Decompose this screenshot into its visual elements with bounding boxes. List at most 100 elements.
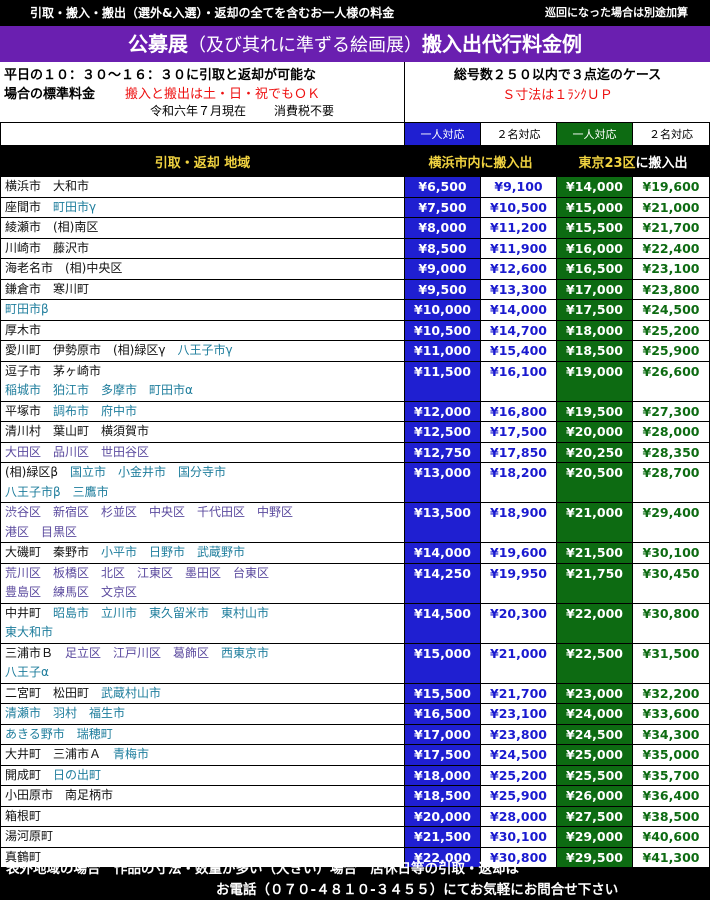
price-tokyo-two: ¥24,500 bbox=[632, 299, 710, 321]
area-line: 愛川町 伊勢原市 (相)緑区γ 八王子市γ bbox=[5, 341, 404, 360]
price-yokohama-two: ¥14,000 bbox=[480, 299, 557, 321]
price-tokyo-one: ¥21,750 bbox=[556, 562, 633, 604]
price-yokohama-two: ¥13,300 bbox=[480, 278, 557, 300]
area-line: 大田区 品川区 世田谷区 bbox=[5, 443, 404, 462]
table-row: 川崎市 藤沢市 ¥8,500 ¥11,900 ¥16,000 ¥22,400 bbox=[0, 237, 710, 259]
area-name: 渋谷区 新宿区 杉並区 中央区 千代田区 中野区 bbox=[5, 505, 294, 519]
area-line: 箱根町 bbox=[5, 807, 404, 826]
area-cell: (相)緑区β 国立市 小金井市 国分寺市 八王子市β 三鷹市 bbox=[0, 462, 405, 503]
area-cell: 荒川区 板橋区 北区 江東区 墨田区 台東区豊島区 練馬区 文京区 bbox=[0, 562, 405, 604]
price-tokyo-one: ¥15,500 bbox=[556, 217, 633, 239]
price-yokohama-one: ¥6,500 bbox=[404, 176, 481, 198]
area-cell: 渋谷区 新宿区 杉並区 中央区 千代田区 中野区 港区 目黒区 bbox=[0, 502, 405, 543]
price-yokohama-two: ¥23,800 bbox=[480, 723, 557, 745]
area-line: 豊島区 練馬区 文京区 bbox=[5, 583, 404, 602]
header-tokyo: 東京23区に搬入出 bbox=[556, 145, 710, 177]
price-yokohama-two: ¥19,950 bbox=[480, 562, 557, 604]
area-cell: 箱根町 bbox=[0, 805, 405, 827]
price-yokohama-two: ¥28,000 bbox=[480, 805, 557, 827]
area-name: 中井町 bbox=[5, 605, 54, 620]
price-tokyo-two: ¥21,000 bbox=[632, 196, 710, 218]
table-row: 大田区 品川区 世田谷区 ¥12,750 ¥17,850 ¥20,250 ¥28,350 bbox=[0, 441, 710, 463]
price-yokohama-one: ¥17,000 bbox=[404, 723, 481, 745]
price-tokyo-two: ¥38,500 bbox=[632, 805, 710, 827]
top-note: 引取・搬入・搬出（選外&入選）・返却の全てを含むお一人様の料金 巡回になった場合… bbox=[0, 0, 710, 26]
area-line: 三浦市Ｂ 足立区 江戸川区 葛飾区 西東京市 bbox=[5, 644, 404, 663]
price-rows: 横浜市 大和市 ¥6,500 ¥9,100 ¥14,000 ¥19,600 座間市 町田市… bbox=[0, 176, 710, 868]
area-line: 町田市β bbox=[5, 300, 404, 319]
price-yokohama-two: ¥11,900 bbox=[480, 237, 557, 259]
price-yokohama-two: ¥17,500 bbox=[480, 421, 557, 443]
price-yokohama-one: ¥12,500 bbox=[404, 421, 481, 443]
subhead-blank bbox=[0, 122, 405, 146]
area-line: 大磯町 秦野市 小平市 日野市 武蔵野市 bbox=[5, 543, 404, 562]
area-name: 二宮町 松田町 bbox=[5, 685, 102, 700]
area-name: 青梅市 bbox=[113, 747, 150, 761]
header-tokyo-b: に搬入出 bbox=[635, 155, 688, 171]
price-yokohama-two: ¥21,000 bbox=[480, 642, 557, 684]
price-yokohama-two: ¥14,700 bbox=[480, 319, 557, 341]
price-tokyo-two: ¥40,600 bbox=[632, 826, 710, 848]
title-main: 公募展 bbox=[128, 32, 188, 56]
price-tokyo-two: ¥33,600 bbox=[632, 703, 710, 725]
area-line: 綾瀬市 (相)南区 bbox=[5, 218, 404, 237]
price-yokohama-one: ¥16,500 bbox=[404, 703, 481, 725]
price-tokyo-one: ¥22,000 bbox=[556, 602, 633, 644]
price-yokohama-two: ¥10,500 bbox=[480, 196, 557, 218]
info-line2-text: 場合の標準料金 bbox=[4, 87, 96, 102]
price-yokohama-two: ¥30,100 bbox=[480, 826, 557, 848]
area-line: 渋谷区 新宿区 杉並区 中央区 千代田区 中野区 bbox=[5, 504, 404, 523]
area-name: 昭島市 立川市 東久留米市 東村山市 bbox=[53, 605, 270, 620]
price-tokyo-one: ¥21,000 bbox=[556, 502, 633, 543]
info-conditions: 平日の１０：３０～１６：３０に引取と返却が可能な 場合の標準料金 搬入と搬出は土・… bbox=[0, 62, 405, 122]
area-cell: 清瀬市 羽村 福生市 bbox=[0, 703, 405, 725]
area-cell: 厚木市 bbox=[0, 319, 405, 341]
price-tokyo-one: ¥16,000 bbox=[556, 237, 633, 259]
price-tokyo-one: ¥25,000 bbox=[556, 744, 633, 766]
area-cell: 湯河原町 bbox=[0, 826, 405, 848]
area-line: 荒川区 板橋区 北区 江東区 墨田区 台東区 bbox=[5, 564, 404, 583]
price-yokohama-one: ¥11,500 bbox=[404, 360, 481, 402]
price-tokyo-one: ¥24,000 bbox=[556, 703, 633, 725]
price-yokohama-two: ¥18,200 bbox=[480, 462, 557, 503]
area-name: 足立区 江戸川区 葛飾区 bbox=[65, 645, 222, 660]
price-tokyo-two: ¥19,600 bbox=[632, 176, 710, 198]
area-name: 武蔵村山市 bbox=[101, 685, 162, 700]
area-name: 豊島区 練馬区 文京区 bbox=[5, 585, 138, 599]
area-line: 二宮町 松田町 武蔵村山市 bbox=[5, 684, 404, 703]
area-name: 小田原市 南足柄市 bbox=[5, 788, 114, 802]
table-row: 三浦市Ｂ 足立区 江戸川区 葛飾区 西東京市 八王子α ¥15,000 ¥21,000… bbox=[0, 642, 710, 684]
area-name: 日の出町 bbox=[53, 767, 102, 782]
info-line2: 場合の標準料金 搬入と搬出は土・日・祝でもＯＫ bbox=[4, 83, 320, 102]
area-cell: 二宮町 松田町 武蔵村山市 bbox=[0, 682, 405, 704]
price-table: 一人対応 ２名対応 一人対応 ２名対応 引取・返却 地域 横浜市内に搬入出 東京… bbox=[0, 122, 710, 868]
info-date: 令和六年７月現在 bbox=[150, 104, 247, 118]
info-tax: 消費税不要 bbox=[274, 104, 335, 118]
price-sheet: 引取・搬入・搬出（選外&入選）・返却の全てを含むお一人様の料金 巡回になった場合… bbox=[0, 0, 710, 900]
price-tokyo-one: ¥26,000 bbox=[556, 785, 633, 807]
table-row: 荒川区 板橋区 北区 江東区 墨田区 台東区 豊島区 練馬区 文京区 ¥14,250… bbox=[0, 562, 710, 604]
area-name: 川崎市 藤沢市 bbox=[5, 240, 90, 255]
area-name: 大田区 品川区 世田谷区 bbox=[5, 444, 150, 459]
price-tokyo-one: ¥20,000 bbox=[556, 421, 633, 443]
table-row: 中井町 昭島市 立川市 東久留米市 東村山市 東大和市 ¥14,500 ¥20,300… bbox=[0, 602, 710, 644]
price-yokohama-one: ¥13,000 bbox=[404, 462, 481, 503]
area-line: 平塚市 調布市 府中市 bbox=[5, 402, 404, 421]
area-line: 稲城市 狛江市 多摩市 町田市α bbox=[5, 381, 404, 400]
area-line: 座間市 町田市γ bbox=[5, 198, 404, 217]
price-yokohama-one: ¥21,500 bbox=[404, 826, 481, 848]
info-panel: 平日の１０：３０～１６：３０に引取と返却が可能な 場合の標準料金 搬入と搬出は土・… bbox=[0, 62, 710, 122]
area-cell: 大田区 品川区 世田谷区 bbox=[0, 441, 405, 463]
area-name: 開成町 bbox=[5, 767, 54, 782]
price-yokohama-two: ¥19,600 bbox=[480, 542, 557, 564]
price-tokyo-one: ¥16,500 bbox=[556, 258, 633, 280]
price-tokyo-one: ¥19,500 bbox=[556, 400, 633, 422]
area-name: 厚木市 bbox=[5, 322, 42, 337]
price-tokyo-one: ¥29,000 bbox=[556, 826, 633, 848]
price-yokohama-two: ¥25,900 bbox=[480, 785, 557, 807]
info-case-line1: 総号数２５０以内で３点迄のケース bbox=[453, 68, 662, 83]
area-line: 小田原市 南足柄市 bbox=[5, 786, 404, 805]
price-tokyo-two: ¥32,200 bbox=[632, 682, 710, 704]
area-name: 平塚市 bbox=[5, 403, 54, 418]
price-yokohama-one: ¥14,250 bbox=[404, 562, 481, 604]
